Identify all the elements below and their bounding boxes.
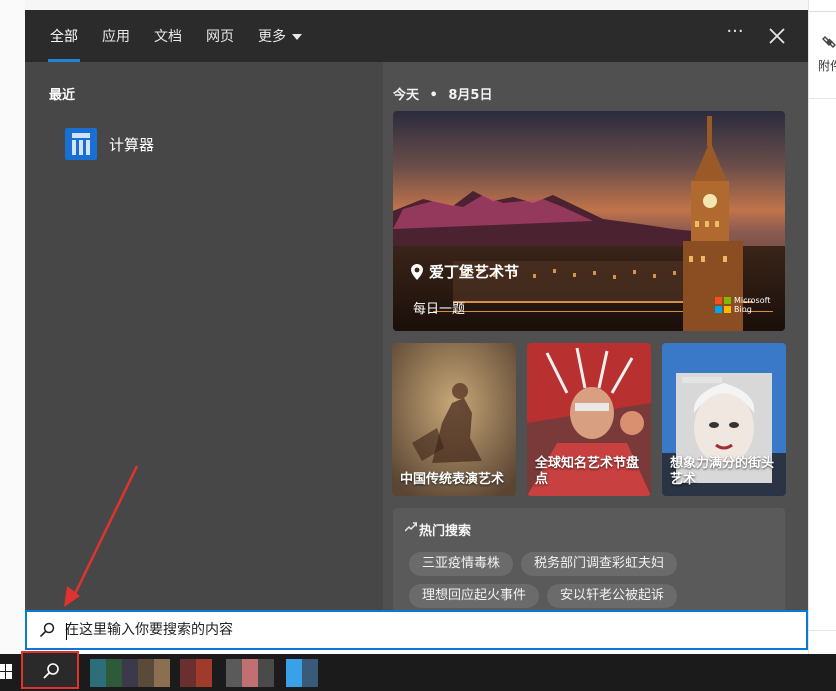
taskbar-app-icon[interactable] xyxy=(196,659,212,687)
hero-title: 爱丁堡艺术节 xyxy=(429,263,520,281)
hot-searches-section: 热门搜索 三亚疫情毒株 税务部门调查彩虹夫妇 理想回应起火事件 安以轩老公被起诉 xyxy=(393,508,785,618)
card-label: 中国传统表演艺术 xyxy=(400,472,505,487)
taskbar-app-icon[interactable] xyxy=(122,659,138,687)
recent-section-title: 最近 xyxy=(49,88,76,103)
hot-search-item[interactable]: 三亚疫情毒株 xyxy=(409,552,514,576)
hot-search-item[interactable]: 理想回应起火事件 xyxy=(409,584,540,608)
recent-column: 最近 计算器 xyxy=(25,62,383,610)
location-pin-icon xyxy=(411,264,423,280)
trending-icon xyxy=(405,522,417,532)
background-divider xyxy=(809,0,836,12)
close-icon xyxy=(769,28,785,44)
search-tab-bar: 全部 应用 文档 网页 更多 ··· xyxy=(25,10,808,62)
search-input[interactable] xyxy=(65,617,765,643)
bing-brand-label: Microsoft Bing xyxy=(734,296,771,314)
microsoft-logo-icon xyxy=(715,297,731,313)
card-label: 想象力满分的街头艺术 xyxy=(670,456,775,487)
taskbar-app-icon[interactable] xyxy=(90,659,106,687)
recent-item-label: 计算器 xyxy=(109,136,155,154)
search-box xyxy=(25,610,808,650)
today-label: 今天 xyxy=(393,88,420,103)
card-chinese-performing-arts[interactable]: 中国传统表演艺术 xyxy=(392,343,516,496)
hot-search-item[interactable]: 税务部门调查彩虹夫妇 xyxy=(521,552,678,576)
search-panel: 全部 应用 文档 网页 更多 ··· 最近 计算器 今天 • 8月5日 爱丁堡艺… xyxy=(25,10,808,618)
taskbar xyxy=(0,654,836,691)
search-icon xyxy=(43,663,59,679)
tab-web[interactable]: 网页 xyxy=(206,26,234,62)
tab-more-label: 更多 xyxy=(258,29,286,45)
tab-documents[interactable]: 文档 xyxy=(154,26,182,62)
more-options-button[interactable]: ··· xyxy=(723,22,747,46)
close-button[interactable] xyxy=(765,24,789,48)
taskbar-search-button[interactable] xyxy=(21,651,79,689)
taskbar-app-icon[interactable] xyxy=(106,659,122,687)
background-window-right: 附件 xyxy=(808,0,836,654)
calculator-icon xyxy=(65,128,97,160)
tab-more[interactable]: 更多 xyxy=(258,26,302,62)
windows-start-icon[interactable] xyxy=(0,664,12,680)
hot-searches-title: 热门搜索 xyxy=(419,524,472,539)
taskbar-app-icon[interactable] xyxy=(154,659,170,687)
tab-all[interactable]: 全部 xyxy=(48,26,80,62)
card-street-art[interactable]: 想象力满分的街头艺术 xyxy=(662,343,786,496)
today-date: 8月5日 xyxy=(448,88,493,103)
hero-card-edinburgh[interactable]: 爱丁堡艺术节 每日一题 Microsoft Bing xyxy=(393,111,785,331)
taskbar-app-icon[interactable] xyxy=(138,659,154,687)
hot-search-item[interactable]: 安以轩老公被起诉 xyxy=(547,584,678,608)
today-column: 今天 • 8月5日 爱丁堡艺术节 每日一题 Microsoft Bing 中国传… xyxy=(383,62,808,618)
recent-item-calculator[interactable]: 计算器 xyxy=(57,126,357,160)
taskbar-app-icon[interactable] xyxy=(226,659,242,687)
search-icon xyxy=(39,622,55,638)
text-cursor xyxy=(66,623,67,640)
taskbar-app-icon[interactable] xyxy=(242,659,258,687)
tab-apps[interactable]: 应用 xyxy=(102,26,130,62)
background-window-top xyxy=(25,0,808,10)
today-separator: • xyxy=(429,88,438,103)
chevron-down-icon xyxy=(292,34,302,40)
card-label: 全球知名艺术节盘点 xyxy=(535,456,640,487)
taskbar-app-icon[interactable] xyxy=(286,659,302,687)
taskbar-app-icon[interactable] xyxy=(302,659,318,687)
background-window-left xyxy=(0,0,25,654)
attachment-label[interactable]: 附件 xyxy=(818,57,836,74)
attachment-icon[interactable] xyxy=(821,35,836,51)
today-date-heading: 今天 • 8月5日 xyxy=(393,84,492,103)
background-divider xyxy=(809,630,836,631)
taskbar-app-icon[interactable] xyxy=(180,659,196,687)
card-world-art-festivals[interactable]: 全球知名艺术节盘点 xyxy=(527,343,651,496)
taskbar-app-icon[interactable] xyxy=(258,659,274,687)
background-divider xyxy=(809,98,836,99)
hero-subtitle: 每日一题 xyxy=(413,302,466,317)
